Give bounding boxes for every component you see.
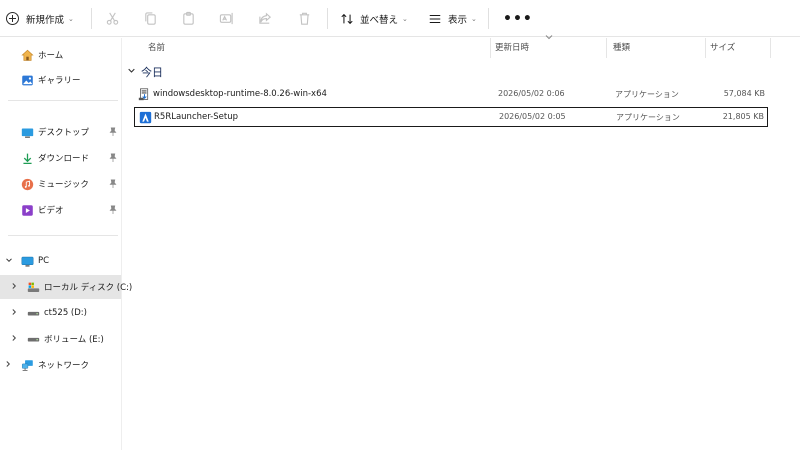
chevron-down-icon[interactable]	[5, 256, 13, 266]
file-size: 57,084 KB	[723, 89, 765, 98]
more-options-button[interactable]: •••	[503, 0, 533, 37]
share-icon[interactable]	[257, 10, 273, 26]
column-header-date[interactable]: 更新日時	[495, 41, 529, 53]
sidebar-item-drive-d[interactable]: ct525 (D:)	[0, 301, 121, 325]
sidebar-item-label: ネットワーク	[38, 361, 90, 371]
column-divider[interactable]	[705, 38, 706, 58]
chevron-down-icon: ⌄	[402, 14, 408, 23]
sidebar-item-label: PC	[38, 256, 50, 266]
file-name: R5RLauncher-Setup	[154, 112, 238, 122]
drive-icon	[27, 307, 40, 320]
sidebar-item-drive-e[interactable]: ボリューム (E:)	[0, 327, 121, 351]
local-disk-icon	[27, 281, 40, 294]
sidebar-divider	[8, 100, 118, 101]
sidebar-item-label: ギャラリー	[38, 76, 81, 86]
toolbar-divider	[488, 8, 489, 29]
desktop-icon	[21, 126, 34, 139]
delete-icon[interactable]	[296, 10, 312, 26]
new-button[interactable]: 新規作成 ⌄	[6, 0, 74, 37]
pc-monitor-icon	[21, 255, 34, 268]
toolbar-divider	[91, 8, 92, 29]
file-size: 21,805 KB	[722, 112, 764, 121]
sort-button-label: 並べ替え	[360, 14, 399, 26]
chevron-right-icon[interactable]	[10, 334, 18, 344]
column-header-size[interactable]: サイズ	[710, 41, 735, 53]
installer-icon	[138, 88, 151, 101]
sidebar-item-label: ダウンロード	[38, 154, 90, 164]
pin-icon	[109, 205, 117, 216]
music-icon	[21, 178, 34, 191]
navigation-pane: ホーム ギャラリー デスクトップ ダウンロード ミュージック ビデオ PC ロー…	[0, 38, 132, 450]
file-date: 2026/05/02 0:06	[498, 89, 565, 98]
file-type: アプリケーション	[616, 113, 680, 122]
chevron-right-icon[interactable]	[10, 308, 18, 318]
rename-icon[interactable]	[218, 10, 234, 26]
sidebar-item-local-disk-c[interactable]: ローカル ディスク (C:)	[0, 275, 132, 299]
sidebar-item-label: ビデオ	[38, 206, 64, 216]
sort-button[interactable]: 並べ替え ⌄	[340, 0, 408, 37]
chevron-down-icon: ⌄	[471, 14, 477, 23]
home-icon	[21, 49, 34, 62]
group-header-label: 今日	[141, 66, 163, 79]
column-divider[interactable]	[490, 38, 491, 58]
group-header-today[interactable]: 今日	[127, 64, 163, 80]
toolbar-divider	[327, 8, 328, 29]
pin-icon	[109, 179, 117, 190]
sidebar-item-pc[interactable]: PC	[0, 249, 121, 273]
cut-icon[interactable]	[104, 10, 120, 26]
sidebar-item-label: ボリューム (E:)	[44, 335, 104, 345]
sidebar-item-label: デスクトップ	[38, 128, 90, 138]
sidebar-item-label: ホーム	[38, 51, 64, 61]
file-row-r5rlauncher-setup[interactable]: R5RLauncher-Setup 2026/05/02 0:05 アプリケーシ…	[134, 107, 768, 127]
plus-circle-icon	[6, 12, 19, 25]
view-button-label: 表示	[448, 14, 468, 26]
video-icon	[21, 204, 34, 217]
sidebar-item-home[interactable]: ホーム	[0, 43, 121, 67]
chevron-down-icon[interactable]	[127, 66, 136, 78]
paste-icon[interactable]	[180, 10, 196, 26]
sort-indicator-icon	[545, 33, 553, 42]
sort-arrows-icon	[341, 13, 353, 24]
sidebar-item-gallery[interactable]: ギャラリー	[0, 68, 121, 92]
view-button[interactable]: 表示 ⌄	[428, 0, 477, 37]
sidebar-item-label: ローカル ディスク (C:)	[44, 283, 133, 293]
sidebar-item-music[interactable]: ミュージック	[0, 172, 121, 196]
sidebar-item-downloads[interactable]: ダウンロード	[0, 146, 121, 170]
view-list-icon	[429, 14, 441, 23]
pin-icon	[109, 127, 117, 138]
column-header-type[interactable]: 種類	[613, 41, 630, 53]
pin-icon	[109, 153, 117, 164]
sidebar-item-videos[interactable]: ビデオ	[0, 198, 121, 222]
file-date: 2026/05/02 0:05	[499, 112, 566, 121]
column-divider[interactable]	[606, 38, 607, 58]
gallery-icon	[21, 74, 34, 87]
column-header-name[interactable]: 名前	[148, 41, 165, 53]
new-button-label: 新規作成	[26, 14, 65, 26]
chevron-down-icon: ⌄	[68, 14, 74, 23]
column-divider[interactable]	[770, 38, 771, 58]
sidebar-item-label: ct525 (D:)	[44, 308, 87, 318]
sidebar-divider	[8, 235, 118, 236]
drive-icon	[27, 333, 40, 346]
command-bar: 新規作成 ⌄ 並べ替え ⌄ 表示 ⌄ •••	[0, 0, 800, 37]
launcher-app-icon	[139, 111, 152, 124]
column-header-row: 名前 更新日時 種類 サイズ	[123, 38, 800, 58]
sidebar-item-desktop[interactable]: デスクトップ	[0, 120, 121, 144]
file-row-windowsdesktop-runtime[interactable]: windowsdesktop-runtime-8.0.26-win-x64 20…	[134, 85, 768, 105]
chevron-right-icon[interactable]	[4, 360, 12, 370]
file-name: windowsdesktop-runtime-8.0.26-win-x64	[153, 89, 327, 99]
download-icon	[21, 152, 34, 165]
chevron-right-icon[interactable]	[10, 282, 18, 292]
sidebar-item-label: ミュージック	[38, 180, 89, 190]
file-type: アプリケーション	[615, 90, 679, 99]
network-icon	[21, 359, 34, 372]
sidebar-item-network[interactable]: ネットワーク	[0, 353, 121, 377]
copy-icon[interactable]	[142, 10, 158, 26]
